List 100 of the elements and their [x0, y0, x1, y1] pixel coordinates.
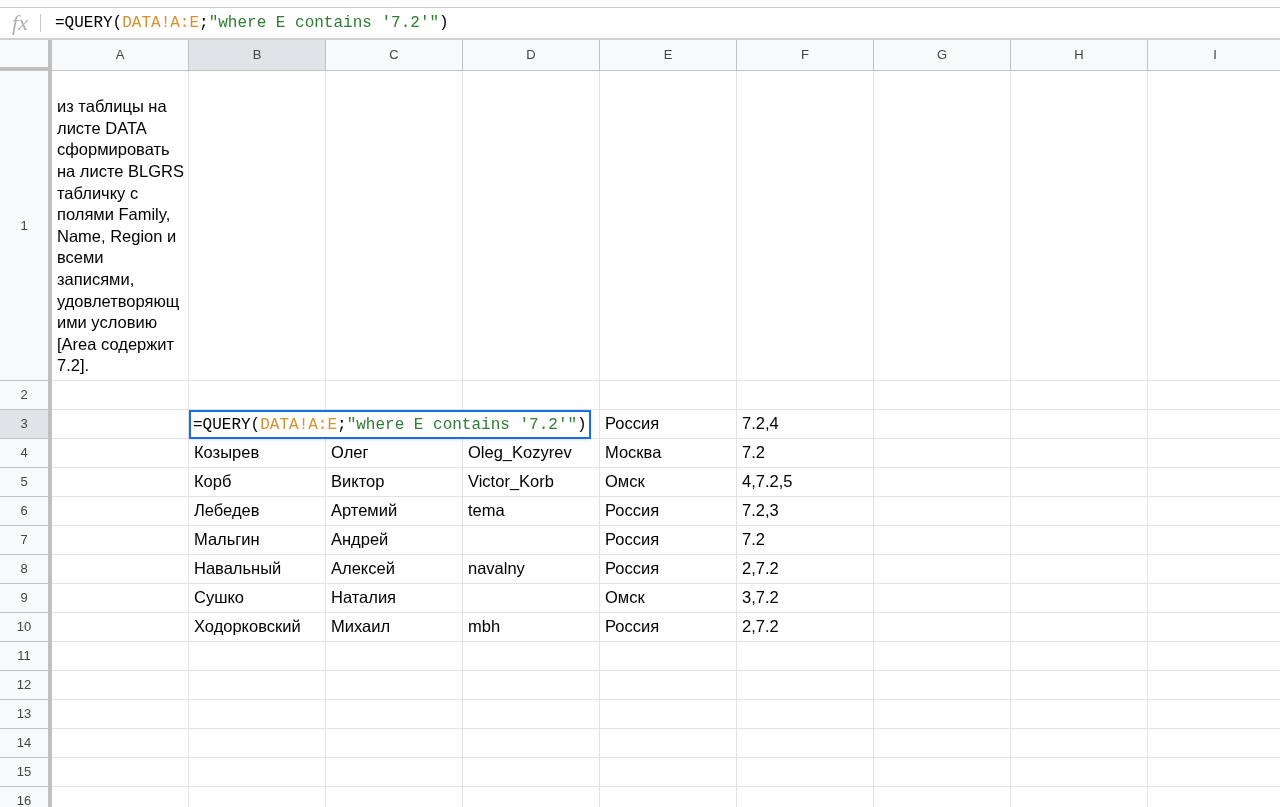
table-cell[interactable]: 7.2,4 [737, 410, 874, 439]
select-all-corner[interactable] [0, 40, 52, 71]
row-header[interactable]: 10 [0, 613, 52, 642]
table-cell[interactable] [1011, 439, 1148, 468]
column-header[interactable]: C [326, 40, 463, 71]
row-header[interactable]: 9 [0, 584, 52, 613]
table-cell[interactable] [600, 729, 737, 758]
row-header[interactable]: 8 [0, 555, 52, 584]
table-cell[interactable] [463, 729, 600, 758]
table-cell[interactable] [600, 700, 737, 729]
table-cell[interactable] [189, 642, 326, 671]
row-header[interactable]: 7 [0, 526, 52, 555]
table-cell[interactable]: Алексей [326, 555, 463, 584]
table-cell[interactable]: Victor_Korb [463, 468, 600, 497]
table-cell[interactable]: 7.2 [737, 526, 874, 555]
table-cell[interactable] [600, 642, 737, 671]
table-cell[interactable] [1011, 468, 1148, 497]
table-cell[interactable] [1011, 584, 1148, 613]
table-cell[interactable] [874, 700, 1011, 729]
row-header[interactable]: 6 [0, 497, 52, 526]
table-cell[interactable]: 7.2,3 [737, 497, 874, 526]
table-cell[interactable] [52, 439, 189, 468]
table-cell[interactable]: из таблицы на листе DATA сформировать на листе BLGRS табличку с полями Family, Name, Region и всеми записями, удовлетворяющими условию [Area содержит 7.2]. [52, 71, 189, 381]
table-cell[interactable]: Россия [600, 555, 737, 584]
column-header[interactable]: E [600, 40, 737, 71]
table-cell[interactable] [463, 700, 600, 729]
table-cell[interactable] [189, 729, 326, 758]
table-cell[interactable] [1011, 671, 1148, 700]
table-cell[interactable]: Лебедев [189, 497, 326, 526]
table-cell[interactable] [600, 71, 737, 381]
column-header[interactable]: F [737, 40, 874, 71]
table-cell[interactable] [1011, 729, 1148, 758]
table-cell[interactable] [52, 758, 189, 787]
table-cell[interactable] [189, 758, 326, 787]
column-header[interactable]: G [874, 40, 1011, 71]
column-header[interactable]: I [1148, 40, 1280, 71]
table-cell[interactable] [737, 381, 874, 410]
table-cell[interactable]: Олег [326, 439, 463, 468]
table-cell[interactable] [874, 584, 1011, 613]
row-header[interactable]: 14 [0, 729, 52, 758]
table-cell[interactable] [463, 671, 600, 700]
table-cell[interactable]: Россия [600, 526, 737, 555]
table-cell[interactable]: Россия [600, 497, 737, 526]
row-header[interactable]: 3 [0, 410, 52, 439]
table-cell[interactable]: Россия [600, 410, 737, 439]
table-cell[interactable] [189, 671, 326, 700]
table-cell[interactable] [189, 700, 326, 729]
table-cell[interactable]: Мальгин [189, 526, 326, 555]
table-cell[interactable]: Наталия [326, 584, 463, 613]
table-cell[interactable] [874, 729, 1011, 758]
row-header[interactable]: 1 [0, 71, 52, 381]
table-cell[interactable]: mbh [463, 613, 600, 642]
table-cell[interactable] [600, 758, 737, 787]
table-cell[interactable] [52, 497, 189, 526]
row-header[interactable]: 16 [0, 787, 52, 807]
column-header[interactable]: H [1011, 40, 1148, 71]
row-header[interactable]: 2 [0, 381, 52, 410]
table-cell[interactable] [1011, 613, 1148, 642]
table-cell[interactable]: Oleg_Kozyrev [463, 439, 600, 468]
table-cell[interactable]: Омск [600, 584, 737, 613]
table-cell[interactable] [1011, 497, 1148, 526]
table-cell[interactable] [874, 381, 1011, 410]
row-header[interactable]: 4 [0, 439, 52, 468]
row-header[interactable]: 5 [0, 468, 52, 497]
table-cell[interactable]: 7.2 [737, 439, 874, 468]
table-cell[interactable]: Омск [600, 468, 737, 497]
column-header[interactable]: B [189, 40, 326, 71]
table-cell[interactable] [326, 671, 463, 700]
table-cell[interactable] [52, 642, 189, 671]
table-cell[interactable] [326, 642, 463, 671]
table-cell[interactable]: tema [463, 497, 600, 526]
cell-editor[interactable]: =QUERY(DATA!A:E;"where E contains '7.2'") [189, 410, 591, 439]
row-header[interactable]: 13 [0, 700, 52, 729]
table-cell[interactable] [1011, 555, 1148, 584]
table-cell[interactable] [52, 671, 189, 700]
table-cell[interactable] [463, 71, 600, 381]
table-cell[interactable]: 2,7.2 [737, 613, 874, 642]
table-cell[interactable] [189, 71, 326, 381]
table-cell[interactable] [326, 700, 463, 729]
table-cell[interactable]: Ходорковский [189, 613, 326, 642]
formula-input[interactable]: =QUERY(DATA!A:E;"where E contains '7.2'") [55, 11, 449, 35]
table-cell[interactable] [52, 584, 189, 613]
table-cell[interactable]: Виктор [326, 468, 463, 497]
table-cell[interactable]: navalny [463, 555, 600, 584]
row-header[interactable]: 11 [0, 642, 52, 671]
table-cell[interactable] [737, 758, 874, 787]
table-cell[interactable]: Россия [600, 613, 737, 642]
table-cell[interactable] [1011, 700, 1148, 729]
table-cell[interactable]: 3,7.2 [737, 584, 874, 613]
row-header[interactable]: 15 [0, 758, 52, 787]
table-cell[interactable] [463, 584, 600, 613]
table-cell[interactable] [874, 671, 1011, 700]
table-cell[interactable] [52, 700, 189, 729]
table-cell[interactable] [52, 555, 189, 584]
table-cell[interactable] [1011, 381, 1148, 410]
table-cell[interactable] [326, 729, 463, 758]
table-cell[interactable] [874, 468, 1011, 497]
table-cell[interactable] [737, 700, 874, 729]
table-cell[interactable] [52, 526, 189, 555]
table-cell[interactable]: Москва [600, 439, 737, 468]
